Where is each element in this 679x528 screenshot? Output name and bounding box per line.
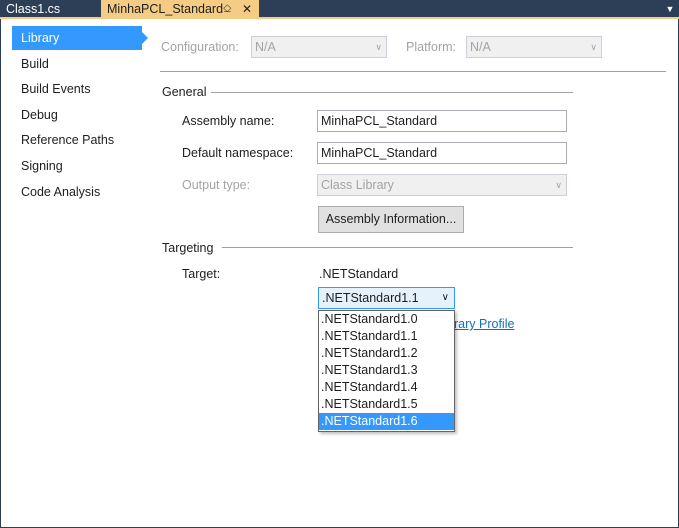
targeting-divider (222, 247, 573, 248)
sidebar-item-label: Library (21, 31, 60, 45)
assembly-name-label: Assembly name: (182, 114, 275, 128)
chevron-down-icon[interactable]: ▼ (664, 3, 676, 15)
target-label: Target: (182, 267, 221, 281)
dropdown-option[interactable]: .NETStandard1.4 (319, 379, 454, 396)
assembly-name-value: MinhaPCL_Standard (321, 114, 438, 128)
sidebar-item-reference-paths[interactable]: Reference Paths (12, 128, 146, 152)
platform-value: N/A (470, 40, 491, 54)
dropdown-option[interactable]: .NETStandard1.2 (319, 345, 454, 362)
platform-label: Platform: (406, 40, 457, 54)
targeting-heading: Targeting (162, 241, 214, 255)
platform-combo[interactable]: N/A ∨ (466, 36, 602, 58)
tab-class1-cs[interactable]: Class1.cs (0, 0, 100, 19)
dropdown-option[interactable]: .NETStandard1.0 (319, 311, 454, 328)
target-value: .NETStandard (319, 267, 399, 281)
sidebar-item-label: Build (21, 56, 49, 71)
chevron-down-icon: ∨ (555, 180, 562, 190)
tab-label: Class1.cs (6, 2, 61, 16)
default-namespace-label: Default namespace: (182, 146, 294, 160)
library-profile-link[interactable]: rary Profile (454, 317, 514, 331)
assembly-name-input[interactable]: MinhaPCL_Standard (317, 110, 567, 132)
dropdown-option[interactable]: .NETStandard1.3 (319, 362, 454, 379)
general-heading: General (162, 85, 207, 99)
sidebar-item-signing[interactable]: Signing (12, 154, 146, 178)
sidebar-item-code-analysis[interactable]: Code Analysis (12, 180, 146, 204)
dropdown-option[interactable]: .NETStandard1.1 (319, 328, 454, 345)
default-namespace-value: MinhaPCL_Standard (321, 146, 438, 160)
sidebar-item-build-events[interactable]: Build Events (12, 77, 146, 101)
sidebar-item-label: Build Events (21, 82, 91, 97)
document-tab-strip: Class1.cs MinhaPCL_Standard ⎐ ✕ ▼ (0, 0, 679, 19)
output-type-value: Class Library (321, 178, 394, 192)
tab-label: MinhaPCL_Standard (107, 2, 224, 16)
target-version-dropdown: .NETStandard1.0 .NETStandard1.1 .NETStan… (318, 310, 455, 432)
sidebar-item-build[interactable]: Build (12, 52, 146, 76)
tab-minhapcl-standard[interactable]: MinhaPCL_Standard ⎐ ✕ (101, 0, 259, 19)
properties-sidebar: Library Build Build Events Debug Referen… (12, 26, 148, 205)
configuration-combo[interactable]: N/A ∨ (251, 36, 387, 58)
chevron-down-icon: ∨ (590, 42, 597, 52)
configuration-label: Configuration: (161, 40, 239, 54)
output-type-combo[interactable]: Class Library ∨ (317, 174, 567, 196)
close-icon[interactable]: ✕ (242, 0, 252, 19)
pin-icon[interactable]: ⎐ (223, 0, 232, 19)
target-version-combo[interactable]: .NETStandard1.1 ∨ (318, 287, 455, 309)
sidebar-item-label: Debug (21, 107, 58, 122)
divider (160, 71, 666, 72)
output-type-label: Output type: (182, 178, 251, 192)
assembly-information-button[interactable]: Assembly Information... (318, 206, 464, 233)
general-divider (211, 92, 573, 93)
dropdown-option[interactable]: .NETStandard1.5 (319, 396, 454, 413)
chevron-down-icon: ∨ (441, 292, 449, 303)
chevron-down-icon: ∨ (375, 42, 382, 52)
sidebar-item-library[interactable]: Library (12, 26, 148, 50)
configuration-value: N/A (255, 40, 276, 54)
dropdown-option-highlighted[interactable]: .NETStandard1.6 (319, 413, 454, 430)
sidebar-item-label: Signing (21, 158, 63, 173)
sidebar-item-label: Reference Paths (21, 133, 115, 148)
sidebar-item-debug[interactable]: Debug (12, 103, 146, 127)
target-version-value: .NETStandard1.1 (322, 291, 419, 305)
default-namespace-input[interactable]: MinhaPCL_Standard (317, 142, 567, 164)
sidebar-item-label: Code Analysis (21, 184, 101, 199)
